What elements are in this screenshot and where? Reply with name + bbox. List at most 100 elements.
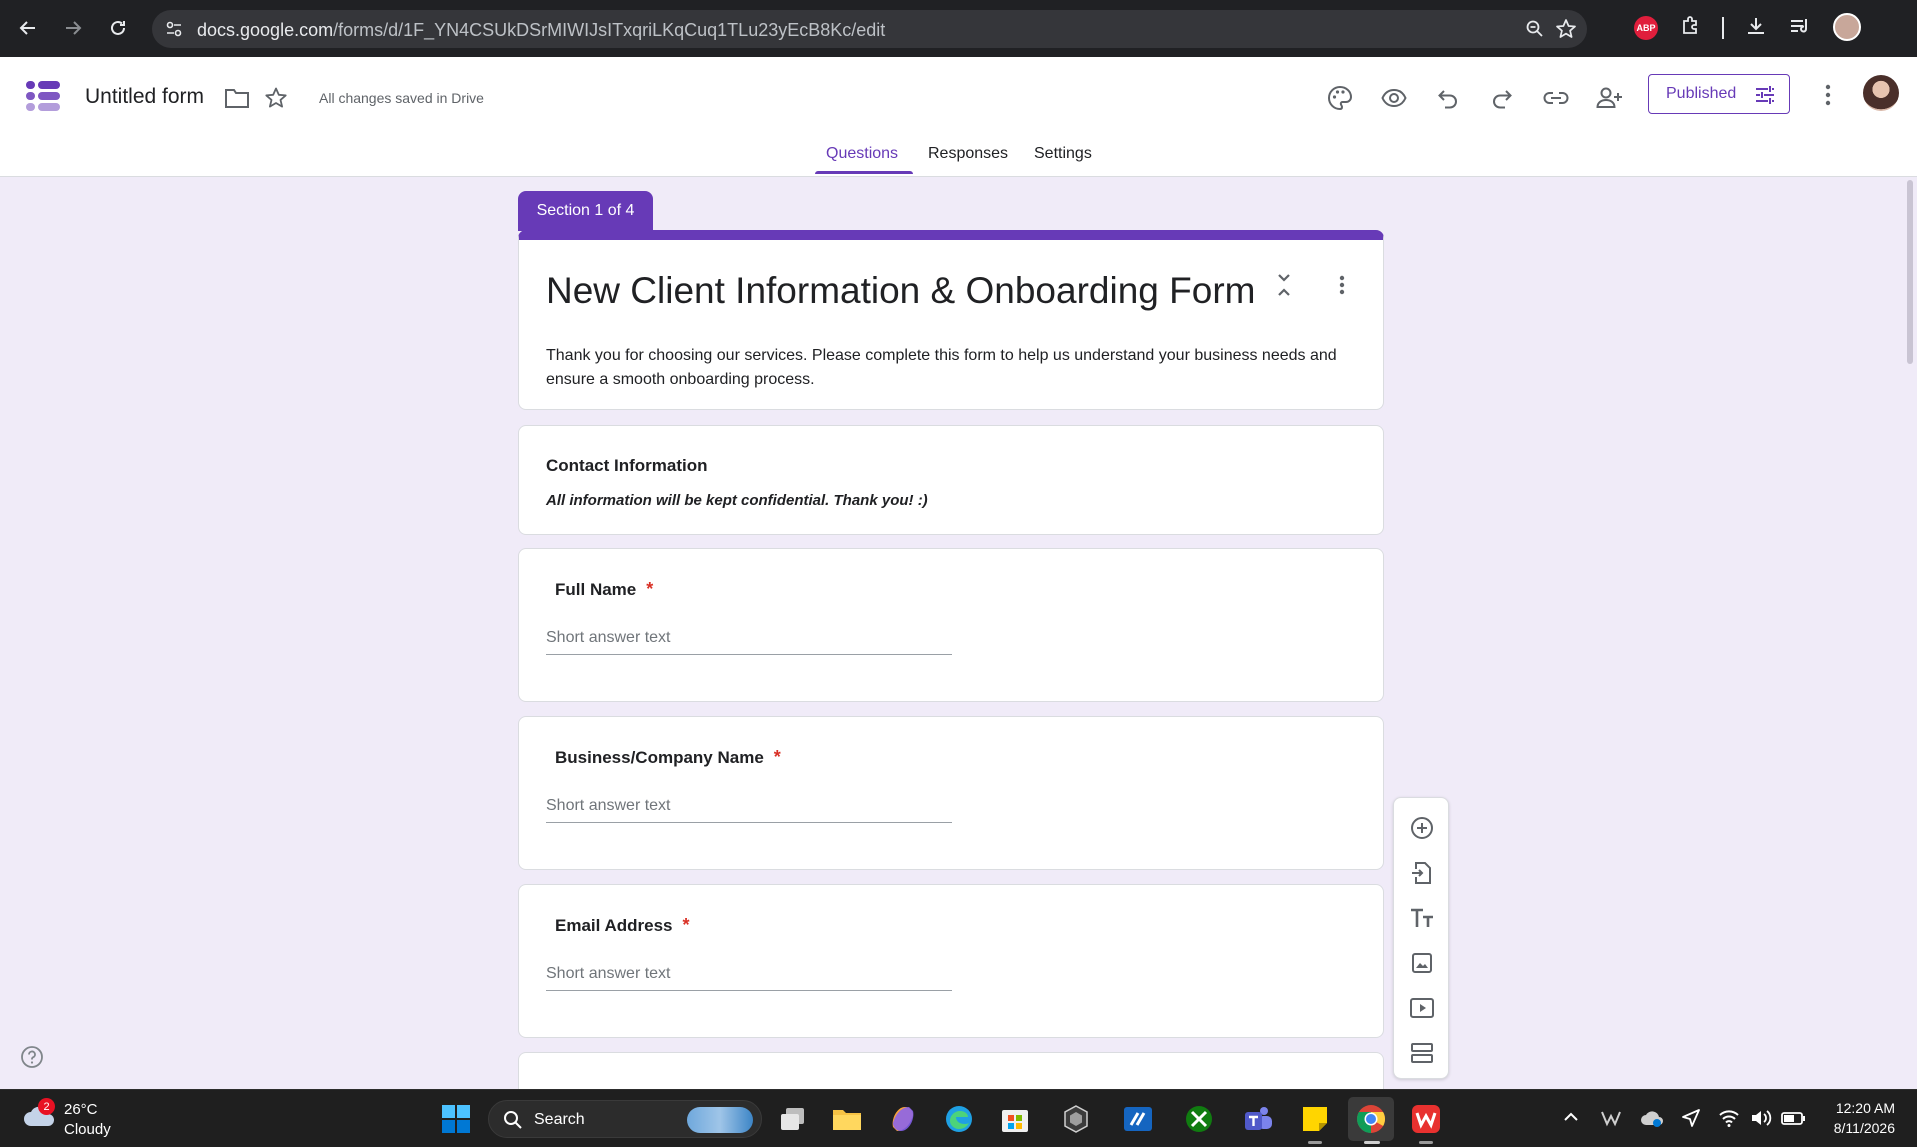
import-questions-icon[interactable]	[1408, 859, 1436, 887]
question-label: Full Name	[555, 580, 637, 599]
add-image-icon[interactable]	[1408, 949, 1436, 977]
chrome-icon[interactable]	[1355, 1103, 1387, 1135]
weather-condition[interactable]: Cloudy	[64, 1121, 111, 1138]
add-question-icon[interactable]	[1408, 814, 1436, 842]
back-button[interactable]	[13, 13, 43, 43]
add-video-icon[interactable]	[1408, 994, 1436, 1022]
add-section-icon[interactable]	[1408, 1039, 1436, 1067]
page-scrollbar[interactable]	[1907, 180, 1913, 364]
clock-time[interactable]: 12:20 AM	[1835, 1100, 1895, 1116]
publish-settings-icon	[1753, 83, 1777, 107]
windows-start-icon[interactable]	[440, 1103, 472, 1135]
question-card[interactable]: Business/Company Name * Short answer text	[518, 716, 1384, 870]
help-icon[interactable]	[20, 1045, 44, 1069]
question-title[interactable]: Business/Company Name *	[555, 747, 781, 768]
search-icon	[504, 1111, 522, 1129]
address-bar[interactable]: docs.google.com/forms/d/1F_YN4CSUkDSrMIW…	[152, 10, 1587, 48]
undo-icon[interactable]	[1430, 80, 1466, 116]
url-host: docs.google.com	[197, 20, 334, 40]
section-indicator: Section 1 of 4	[518, 191, 653, 231]
wps-indicator	[1419, 1141, 1433, 1144]
clock-date[interactable]: 8/11/2026	[1826, 1120, 1895, 1136]
section-title[interactable]: Contact Information	[546, 456, 708, 476]
document-title[interactable]: Untitled form	[85, 85, 204, 109]
move-to-folder-icon[interactable]	[224, 87, 250, 109]
short-answer-field: Short answer text	[546, 795, 952, 823]
save-status-text: All changes saved in Drive	[319, 90, 484, 106]
extensions-puzzle-icon[interactable]	[1679, 14, 1703, 38]
short-answer-field: Short answer text	[546, 963, 952, 991]
download-icon[interactable]	[1744, 14, 1768, 38]
question-label: Business/Company Name	[555, 748, 764, 767]
form-title-card[interactable]: New Client Information & Onboarding Form…	[518, 230, 1384, 410]
location-tray-icon[interactable]	[1681, 1108, 1701, 1128]
more-options-icon[interactable]	[1813, 80, 1843, 110]
question-card[interactable]: Email Address * Short answer text	[518, 884, 1384, 1038]
redo-icon[interactable]	[1484, 80, 1520, 116]
tab-settings[interactable]: Settings	[1034, 145, 1092, 177]
required-asterisk: *	[773, 747, 781, 767]
add-title-description-icon[interactable]	[1408, 904, 1436, 932]
add-collaborator-icon[interactable]	[1592, 80, 1628, 116]
onedrive-tray-icon[interactable]	[1640, 1108, 1664, 1128]
tab-responses[interactable]: Responses	[928, 145, 1008, 177]
published-button[interactable]: Published	[1648, 74, 1790, 114]
arrow-right-icon	[66, 21, 82, 35]
weather-temperature[interactable]: 26°C	[64, 1101, 98, 1118]
section-description[interactable]: All information will be kept confidentia…	[546, 492, 928, 509]
toolbar-divider	[1722, 17, 1724, 39]
adblock-extension-icon[interactable]: ABP	[1634, 16, 1658, 40]
forward-button[interactable]	[58, 13, 88, 43]
section-more-icon[interactable]	[1331, 272, 1353, 298]
account-avatar[interactable]	[1863, 75, 1899, 111]
vpn-tray-icon[interactable]	[1600, 1108, 1622, 1128]
bookmark-star-icon[interactable]	[1555, 18, 1577, 40]
chevron-up-icon[interactable]	[1562, 1108, 1580, 1126]
question-card-partial[interactable]	[518, 1052, 1384, 1092]
question-title[interactable]: Email Address *	[555, 915, 690, 936]
active-tab-indicator	[815, 171, 913, 174]
task-view-icon[interactable]	[777, 1103, 809, 1135]
form-description[interactable]: Thank you for choosing our services. Ple…	[546, 344, 1346, 392]
weather-notification-badge: 2	[38, 1098, 55, 1115]
sticky-notes-indicator	[1308, 1141, 1322, 1144]
question-card[interactable]: Full Name * Short answer text	[518, 548, 1384, 702]
reload-button[interactable]	[103, 13, 133, 43]
microsoft-store-icon[interactable]	[999, 1103, 1031, 1135]
search-highlight-image	[687, 1107, 753, 1133]
browser-profile-avatar[interactable]	[1833, 13, 1861, 41]
collapse-section-icon[interactable]	[1273, 272, 1295, 298]
site-info-icon[interactable]	[164, 19, 184, 39]
battery-icon[interactable]	[1780, 1108, 1806, 1128]
unity-hub-icon[interactable]	[1060, 1103, 1092, 1135]
required-asterisk: *	[646, 579, 654, 599]
media-control-icon[interactable]	[1788, 14, 1812, 38]
url-path: /forms/d/1F_YN4CSUkDSrMIWIJsITxqriLKqCuq…	[333, 20, 886, 40]
chrome-active-indicator	[1364, 1141, 1380, 1144]
windows-taskbar: 2 26°C Cloudy Search 12:20 AM 8/11/2026	[0, 1089, 1917, 1147]
copy-link-icon[interactable]	[1538, 80, 1574, 116]
form-title[interactable]: New Client Information & Onboarding Form	[546, 270, 1255, 312]
sticky-notes-icon[interactable]	[1299, 1103, 1331, 1135]
taskbar-search[interactable]: Search	[488, 1100, 762, 1138]
wps-office-icon[interactable]	[1410, 1103, 1442, 1135]
file-explorer-icon[interactable]	[831, 1103, 863, 1135]
wifi-icon[interactable]	[1718, 1108, 1740, 1128]
question-title[interactable]: Full Name *	[555, 579, 653, 600]
browser-toolbar: docs.google.com/forms/d/1F_YN4CSUkDSrMIW…	[0, 0, 1917, 57]
google-forms-logo[interactable]	[24, 77, 62, 115]
customize-theme-icon[interactable]	[1322, 80, 1358, 116]
copilot-icon[interactable]	[887, 1103, 919, 1135]
star-icon[interactable]	[264, 86, 288, 110]
vscode-style-app-icon[interactable]	[1122, 1103, 1154, 1135]
xbox-icon[interactable]	[1183, 1103, 1215, 1135]
section-header-card[interactable]: Contact Information All information will…	[518, 425, 1384, 535]
published-label: Published	[1666, 85, 1737, 102]
edge-browser-icon[interactable]	[943, 1103, 975, 1135]
preview-eye-icon[interactable]	[1376, 80, 1412, 116]
volume-icon[interactable]	[1750, 1108, 1772, 1128]
url-text: docs.google.com/forms/d/1F_YN4CSUkDSrMIW…	[197, 20, 885, 41]
zoom-icon[interactable]	[1525, 19, 1545, 39]
teams-icon[interactable]	[1242, 1103, 1274, 1135]
search-label: Search	[534, 1111, 585, 1128]
